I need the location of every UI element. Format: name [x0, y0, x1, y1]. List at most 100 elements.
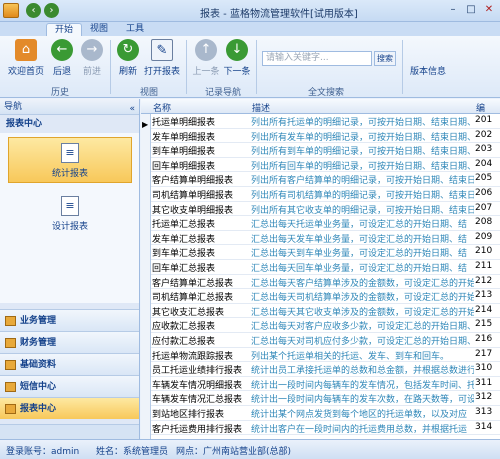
nav-section-finance[interactable]: 财务管理 — [0, 331, 139, 353]
table-row[interactable]: 托运单物流跟踪报表 列出某个托运单相关的托运、发车、到车和回车。 217 — [151, 348, 500, 363]
cell-description: 汇总出每天到车单业务量，可设定汇总的开始日期、结 — [251, 249, 468, 260]
cell-description: 汇总出每天司机结算单涉及的金额数，可设定汇总的开始 — [251, 293, 474, 304]
table-row[interactable]: 到车单明细报表 列出所有到车单的明细记录，可按开始日期、结束日期、 203 — [151, 143, 500, 158]
cell-code: 212 — [475, 275, 493, 286]
cell-code: 209 — [475, 231, 493, 242]
cell-code: 313 — [475, 407, 493, 417]
column-header-name[interactable]: 名称 — [153, 101, 171, 114]
cell-description: 列出某个托运单相关的托运、发车、到车和回车。 — [251, 351, 450, 362]
cell-description: 列出所有司机结算单的明细记录，可按开始日期、结束日 — [251, 191, 474, 201]
version-info-button[interactable]: 版本信息 — [408, 64, 448, 77]
table-row[interactable]: 到站地区排行报表 统计出某个网点发货到每个地区的托运单数，以及对应 313 — [151, 406, 500, 421]
cell-name: 车辆发车情况汇总报表 — [152, 395, 243, 406]
prev-record-button[interactable]: ↑ 上一条 — [192, 39, 220, 77]
cell-code: 208 — [475, 217, 493, 228]
cell-name: 托运单物流跟踪报表 — [152, 351, 234, 362]
cell-code: 216 — [475, 334, 493, 344]
cell-name: 司机结算单明细报表 — [152, 191, 234, 201]
quick-back-icon[interactable]: ‹ — [26, 3, 41, 18]
nav-section-business[interactable]: 业务管理 — [0, 309, 139, 331]
cell-code: 215 — [475, 319, 493, 330]
nav-item-statistics-report[interactable]: ≡ 统计报表 — [8, 137, 132, 183]
tab-start[interactable]: 开始 — [46, 23, 83, 36]
table-row[interactable]: 应收款汇总报表 汇总出每天对客户应收多少款，可设定汇总的开始日期、 215 — [151, 318, 500, 333]
nav-section-sms[interactable]: 短信中心 — [0, 375, 139, 397]
group-separator — [110, 40, 111, 94]
collapse-icon[interactable]: « — [129, 101, 135, 117]
cell-description: 汇总出每天对客户应收多少款，可设定汇总的开始日期、 — [251, 322, 474, 333]
cell-name: 到车单明细报表 — [152, 147, 216, 158]
cell-description: 统计出一段时间内每辆车的发车情况，包括发车时间、托 — [251, 380, 474, 391]
folder-icon — [5, 360, 16, 370]
column-header-description[interactable]: 描述 — [252, 101, 270, 114]
home-button[interactable]: ⌂ 欢迎首页 — [6, 39, 46, 77]
next-record-button[interactable]: ↓ 下一条 — [222, 39, 252, 77]
table-row[interactable]: 其它收支单明细报表 列出所有其它收支单的明细记录，可按开始日期、结束日 207 — [151, 202, 500, 217]
search-button[interactable]: 搜索 — [374, 51, 396, 66]
folder-icon — [5, 404, 16, 414]
open-report-button[interactable]: ✎ 打开报表 — [144, 39, 180, 77]
refresh-label: 刷新 — [118, 67, 137, 77]
cell-name: 发车单汇总报表 — [152, 234, 216, 245]
cell-name: 托运单汇总报表 — [152, 220, 216, 231]
table-row[interactable]: 司机结算单汇总报表 汇总出每天司机结算单涉及的金额数，可设定汇总的开始 213 — [151, 289, 500, 304]
close-button[interactable]: ✕ — [480, 2, 498, 18]
open-report-icon: ✎ — [151, 39, 173, 61]
quick-forward-icon[interactable]: › — [44, 3, 59, 18]
nav-item-design-report[interactable]: ≡ 设计报表 — [8, 191, 132, 237]
cell-description: 列出所有客户结算单的明细记录，可按开始日期、结束日 — [251, 176, 474, 187]
nav-section-basic-data[interactable]: 基础资料 — [0, 353, 139, 375]
table-row[interactable]: 司机结算单明细报表 列出所有司机结算单的明细记录，可按开始日期、结束日 206 — [151, 187, 500, 202]
folder-icon — [5, 316, 16, 326]
next-record-label: 下一条 — [223, 67, 251, 77]
table-row[interactable]: 客户托运费用排行报表 统计出客户在一段时间内的托运费用总数，并根据托运 314 — [151, 421, 500, 436]
table-row[interactable]: 员工托运业绩排行报表 统计出员工承接托运单的总数和总金额，并根据总数进行 310 — [151, 362, 500, 377]
table-row[interactable]: 车辆发车情况汇总报表 统计出一段时间内每辆车的发车次数，在路天数等，可设 312 — [151, 391, 500, 406]
back-button[interactable]: ← 后退 — [48, 39, 76, 77]
table-row[interactable]: 其它收支汇总报表 汇总出每天其它收支单涉及的金额数，可设定汇总的开始 214 — [151, 304, 500, 319]
tab-view[interactable]: 视图 — [82, 23, 116, 36]
cell-code: 217 — [475, 348, 493, 359]
forward-button[interactable]: → 前进 — [78, 39, 106, 77]
nav-section-reports[interactable]: 报表中心 — [0, 397, 139, 419]
nav-panel: ≡ 统计报表 ≡ 设计报表 — [0, 133, 139, 303]
tab-tools[interactable]: 工具 — [118, 23, 152, 36]
cell-name: 其它收支单明细报表 — [152, 205, 234, 216]
table-row[interactable]: 客户结算单汇总报表 汇总出每天客户结算单涉及的金额数，可设定汇总的开始 212 — [151, 275, 500, 290]
status-account: 登录账号：admin — [6, 447, 80, 457]
nav-section-label: 基础资料 — [20, 360, 57, 370]
column-header-code[interactable]: 编 — [476, 101, 485, 114]
table-row[interactable]: 发车单汇总报表 汇总出每天发车单业务量，可设定汇总的开始日期、结 209 — [151, 231, 500, 246]
table-row[interactable]: 回车单汇总报表 汇总出每天回车单业务量，可设定汇总的开始日期、结 211 — [151, 260, 500, 275]
table-row[interactable]: 客户结算单明细报表 列出所有客户结算单的明细记录，可按开始日期、结束日 205 — [151, 172, 500, 187]
cell-code: 314 — [475, 421, 493, 432]
minimize-button[interactable]: – — [444, 2, 462, 18]
app-menu-button[interactable] — [3, 3, 19, 18]
group-record-nav-label: 记录导航 — [204, 88, 241, 98]
cell-description: 统计出客户在一段时间内的托运费用总数，并根据托运 — [251, 424, 468, 435]
group-separator — [186, 40, 187, 94]
prev-record-label: 上一条 — [192, 67, 220, 77]
cell-name: 司机结算单汇总报表 — [152, 293, 234, 304]
cell-name: 客户结算单汇总报表 — [152, 278, 234, 289]
nav-section-label: 报表中心 — [20, 404, 57, 414]
nav-item-label: 统计报表 — [51, 169, 88, 179]
refresh-button[interactable]: ↻ 刷新 — [114, 39, 142, 77]
cell-name: 到站地区排行报表 — [152, 410, 225, 420]
table-row[interactable]: 到车单汇总报表 汇总出每天到车单业务量，可设定汇总的开始日期、结 210 — [151, 245, 500, 260]
cell-description: 统计出一段时间内每辆车的发车次数，在路天数等，可设 — [251, 395, 474, 406]
table-row[interactable]: 托运单明细报表 列出所有托运单的明细记录，可按开始日期、结束日期、 201 — [151, 114, 500, 129]
table-row[interactable]: 回车单明细报表 列出所有回车单的明细记录，可按开始日期、结束日期、 204 — [151, 158, 500, 173]
search-input[interactable]: 请输入关键字... — [262, 51, 372, 66]
cell-code: 202 — [475, 129, 493, 140]
maximize-button[interactable]: □ — [462, 2, 480, 18]
table-row[interactable]: 车辆发车情况明细报表 统计出一段时间内每辆车的发车情况，包括发车时间、托 311 — [151, 377, 500, 392]
refresh-icon: ↻ — [117, 39, 139, 61]
table-row[interactable]: 应付款汇总报表 汇总出每天对司机应付多少款，可设定汇总的开始日期、 216 — [151, 333, 500, 348]
home-label: 欢迎首页 — [7, 67, 44, 77]
table-row[interactable]: 托运单汇总报表 汇总出每天托运单业务量，可设定汇总的开始日期、结 208 — [151, 216, 500, 231]
status-bar: 登录账号：admin 姓名：系统管理员 网点：广州南站营业部(总部) — [0, 439, 500, 459]
table-row[interactable]: 发车单明细报表 列出所有发车单的明细记录，可按开始日期、结束日期、 202 — [151, 129, 500, 144]
forward-arrow-icon: → — [81, 39, 103, 61]
cell-name: 回车单明细报表 — [152, 161, 216, 172]
